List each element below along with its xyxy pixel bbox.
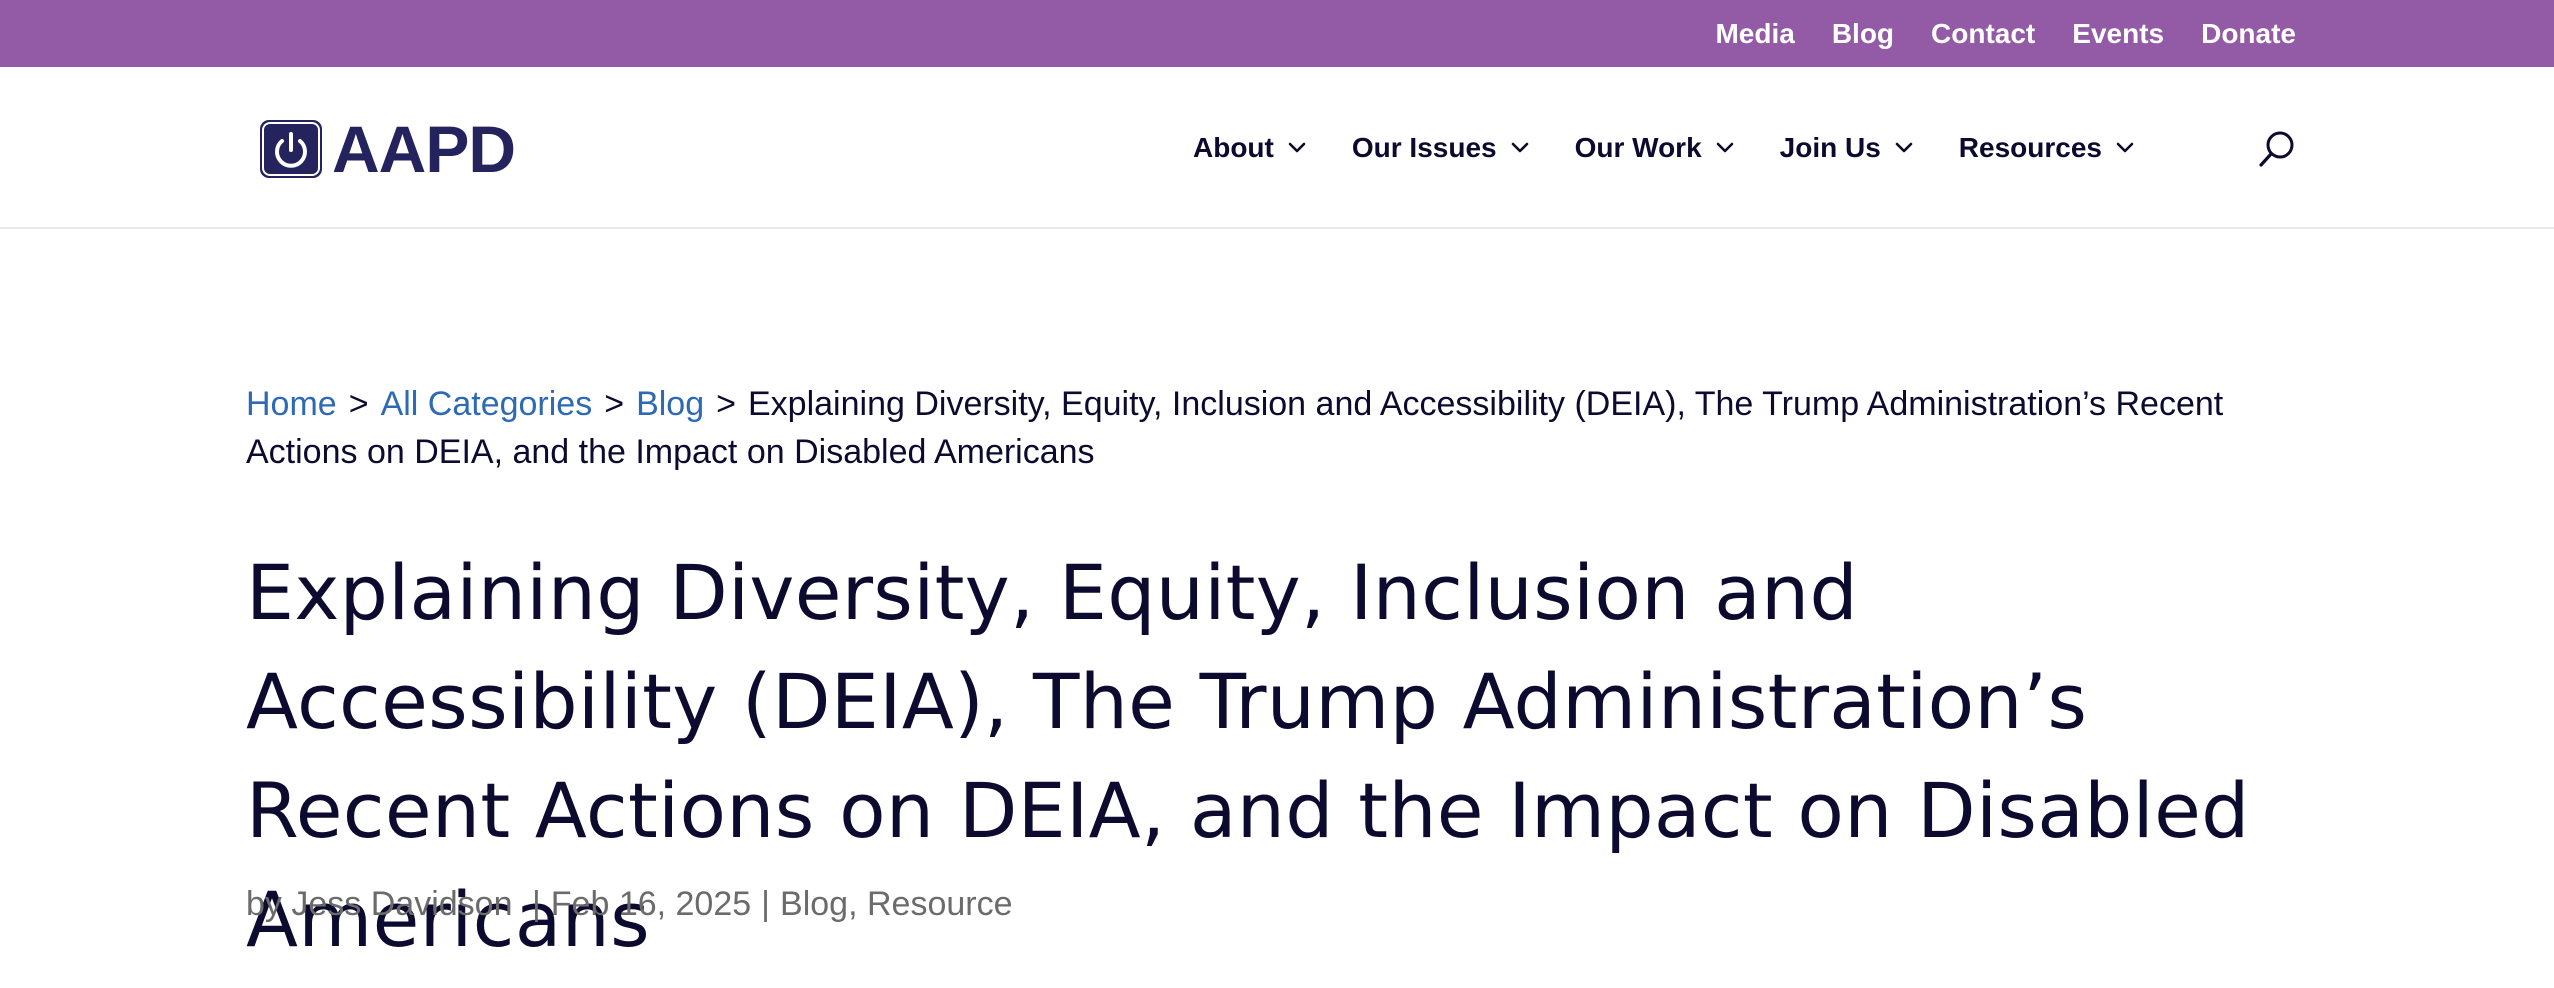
post-meta: by Jess Davidson | Feb 16, 2025 | Blog, Res… (246, 880, 1013, 928)
meta-by-prefix: by (246, 885, 282, 923)
top-utility-bar: Media Blog Contact Events Donate (0, 0, 2554, 67)
utility-link-events[interactable]: Events (2072, 18, 2164, 50)
utility-link-media[interactable]: Media (1715, 18, 1794, 50)
breadcrumb: Home > All Categories > Blog > Explaining Dive… (246, 380, 2276, 476)
breadcrumb-separator: > (604, 385, 625, 423)
breadcrumb-categories-link[interactable]: All Categories (381, 385, 593, 423)
nav-item-about[interactable]: About (1193, 132, 1306, 164)
nav-label: Join Us (1779, 132, 1881, 163)
category-link-blog[interactable]: Blog (780, 885, 848, 923)
main-nav: About Our Issues Our Work Join Us Resour… (1193, 67, 2134, 229)
breadcrumb-home-link[interactable]: Home (246, 385, 337, 423)
meta-separator: | (761, 885, 771, 923)
nav-item-our-work[interactable]: Our Work (1575, 132, 1734, 164)
power-icon (260, 120, 322, 178)
nav-item-our-issues[interactable]: Our Issues (1352, 132, 1529, 164)
nav-label: Our Work (1574, 132, 1702, 163)
site-logo[interactable]: AAPD (260, 111, 516, 187)
chevron-down-icon (2116, 142, 2134, 153)
breadcrumb-blog-link[interactable]: Blog (636, 385, 704, 423)
nav-label: Resources (1958, 132, 2102, 163)
breadcrumb-separator: > (716, 385, 736, 423)
nav-item-join-us[interactable]: Join Us (1780, 132, 1913, 164)
utility-link-contact[interactable]: Contact (1931, 18, 2035, 50)
chevron-down-icon (1288, 142, 1306, 153)
nav-label: Our Issues (1351, 132, 1497, 163)
chevron-down-icon (1895, 142, 1913, 153)
category-link-resource[interactable]: Resource (867, 885, 1013, 923)
chevron-down-icon (1716, 142, 1733, 153)
chevron-down-icon (1511, 142, 1528, 153)
author-link[interactable]: Jess Davidson (291, 885, 512, 923)
utility-nav: Media Blog Contact Events Donate (1715, 0, 2296, 67)
site-header: AAPD About Our Issues Our Work Join Us R… (0, 67, 2554, 229)
logo-wordmark: AAPD (332, 112, 516, 186)
nav-label: About (1193, 132, 1274, 163)
meta-separator: | (531, 885, 541, 923)
search-icon[interactable] (2257, 129, 2297, 169)
post-date: Feb 16, 2025 (550, 885, 752, 923)
utility-link-blog[interactable]: Blog (1832, 18, 1894, 50)
utility-link-donate[interactable]: Donate (2201, 18, 2296, 50)
category-comma: , (848, 885, 867, 923)
nav-item-resources[interactable]: Resources (1959, 132, 2134, 164)
breadcrumb-separator: > (348, 385, 369, 423)
